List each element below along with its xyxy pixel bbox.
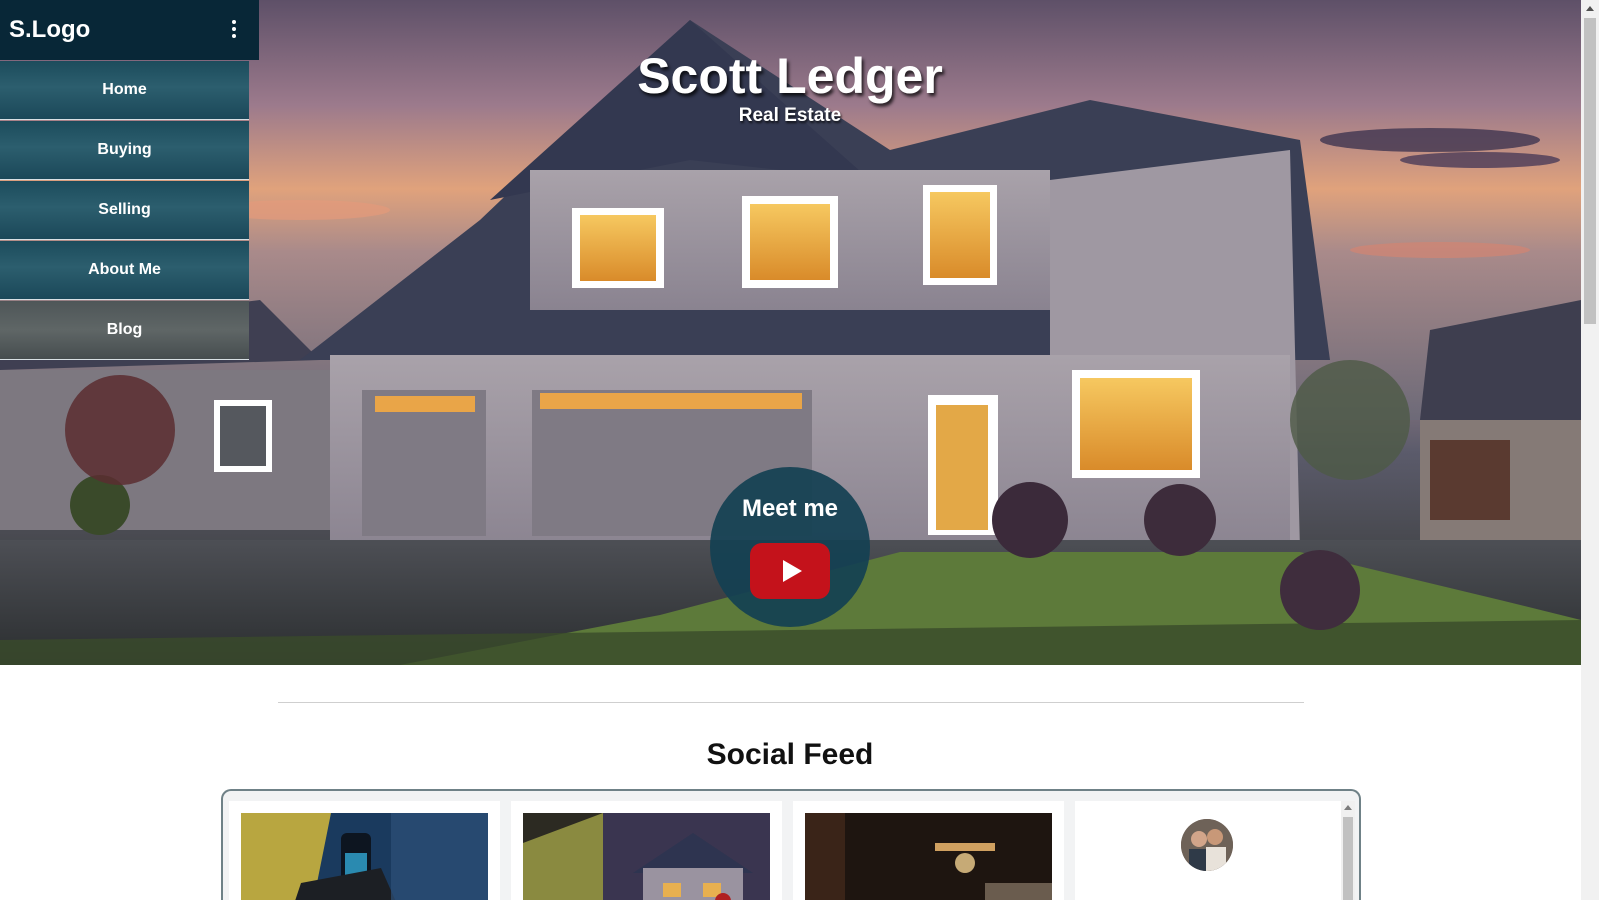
nav-item-buying[interactable]: Buying (0, 121, 249, 179)
social-feed-widget (221, 789, 1361, 900)
feed-post[interactable] (511, 801, 782, 900)
page-scroll-thumb[interactable] (1584, 18, 1596, 324)
hero-subtitle: Real Estate (738, 105, 842, 126)
scroll-up-icon[interactable] (1586, 6, 1594, 11)
main-nav: Home Buying Selling About Me Blog (0, 61, 249, 361)
meet-me-label: Meet me (741, 495, 839, 522)
nav-item-home[interactable]: Home (0, 61, 249, 119)
section-divider (278, 702, 1304, 703)
feed-post[interactable] (229, 801, 500, 900)
social-feed-heading: Social Feed (706, 738, 874, 771)
header-bar: S.Logo (0, 0, 259, 60)
meet-me-video-button[interactable]: Meet me (710, 467, 870, 627)
photo-house-screen-icon[interactable] (523, 813, 770, 900)
feed-profile-card[interactable] (1075, 801, 1346, 900)
play-triangle-icon (783, 560, 802, 582)
feed-scroll-thumb[interactable] (1343, 817, 1353, 900)
youtube-play-icon[interactable] (750, 543, 830, 599)
logo[interactable]: S.Logo (9, 15, 90, 45)
scroll-up-icon[interactable] (1344, 805, 1352, 810)
photo-desk-bottle-icon[interactable] (241, 813, 488, 900)
feed-post[interactable] (793, 801, 1064, 900)
nav-item-selling[interactable]: Selling (0, 181, 249, 239)
photo-dark-interior-icon[interactable] (805, 813, 1052, 900)
page-scrollbar[interactable] (1581, 0, 1599, 900)
feed-scrollbar[interactable] (1341, 801, 1355, 900)
nav-item-blog[interactable]: Blog (0, 301, 249, 359)
hero-title: Scott Ledger (637, 48, 943, 104)
more-vertical-icon[interactable] (226, 18, 242, 44)
avatar[interactable] (1181, 819, 1233, 871)
nav-item-about-me[interactable]: About Me (0, 241, 249, 299)
